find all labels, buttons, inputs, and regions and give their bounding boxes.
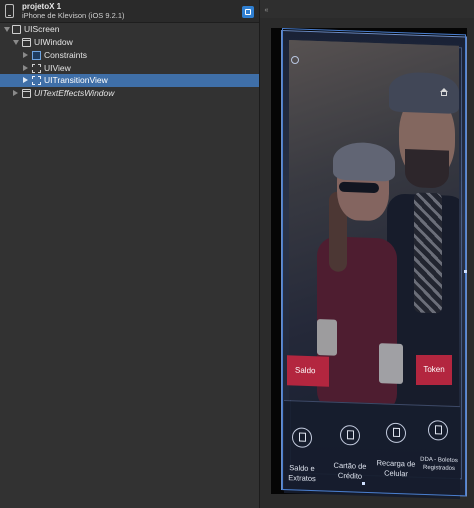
tree-row-uiscreen[interactable]: UIScreen xyxy=(0,23,259,36)
tab-saldo-extratos[interactable]: Saldo e Extratos xyxy=(284,463,320,484)
tab-cartao-credito[interactable]: Cartão de Crédito xyxy=(328,461,372,483)
photo-overlay xyxy=(289,40,459,406)
tab-label-line2: Registrados xyxy=(422,464,455,472)
tree-row-label: UIScreen xyxy=(24,24,60,34)
view-icon xyxy=(32,76,41,85)
disclosure-right-icon[interactable] xyxy=(23,65,28,71)
tree-row-label: UITransitionView xyxy=(44,75,108,85)
disclosure-down-icon[interactable] xyxy=(13,40,19,45)
tree-row-uitransitionview[interactable]: UITransitionView xyxy=(0,74,259,87)
tab-label-line2: Celular xyxy=(384,468,408,479)
collapse-navigator-button[interactable]: « xyxy=(262,6,271,15)
disclosure-right-icon[interactable] xyxy=(13,90,18,96)
settings-icon[interactable] xyxy=(291,56,299,64)
bottom-tab-bar: Saldo e Extratos Cartão de Crédito Recar… xyxy=(284,400,460,500)
resize-handle[interactable] xyxy=(464,270,467,273)
screen-icon xyxy=(12,25,21,34)
phone-recharge-icon[interactable] xyxy=(386,422,406,444)
view-hierarchy-navigator: projetoX 1 iPhone de Klevison (iOS 9.2.1… xyxy=(0,0,259,508)
disclosure-down-icon[interactable] xyxy=(4,27,10,32)
tab-label-line2: Crédito xyxy=(337,470,363,481)
home-icon[interactable] xyxy=(440,88,449,97)
window-icon xyxy=(22,38,31,47)
constraints-icon xyxy=(32,51,41,60)
iphone-device-icon xyxy=(5,4,14,18)
project-name: projetoX 1 xyxy=(22,2,62,11)
tree-row-constraints[interactable]: Constraints xyxy=(0,49,259,62)
capture-view-hierarchy-button[interactable] xyxy=(242,6,254,18)
tree-row-label: UIView xyxy=(44,63,71,73)
background-photo xyxy=(289,40,459,406)
resize-handle[interactable] xyxy=(362,482,365,485)
window-icon xyxy=(22,89,31,98)
token-button[interactable]: Token xyxy=(416,355,452,385)
tree-row-uitexteffectswindow[interactable]: UITextEffectsWindow xyxy=(0,87,259,100)
barcode-icon[interactable] xyxy=(428,420,448,441)
disclosure-right-icon[interactable] xyxy=(23,52,28,58)
tab-dda-boletos[interactable]: DDA - Boletos Registrados xyxy=(418,456,460,473)
tree-row-uiwindow[interactable]: UIWindow xyxy=(0,36,259,49)
tree-row-label: Constraints xyxy=(44,50,87,60)
disclosure-right-icon[interactable] xyxy=(23,77,28,83)
view-icon xyxy=(32,64,41,73)
saldo-button[interactable]: Saldo xyxy=(287,355,329,387)
document-icon[interactable] xyxy=(292,427,312,448)
tree-row-label: UITextEffectsWindow xyxy=(34,88,115,98)
tab-label-line2: Extratos xyxy=(288,473,316,484)
process-header[interactable]: projetoX 1 iPhone de Klevison (iOS 9.2.1… xyxy=(0,0,259,23)
tree-row-label: UIWindow xyxy=(34,37,73,47)
tab-recarga-celular[interactable]: Recarga de Celular xyxy=(374,458,418,480)
card-icon[interactable] xyxy=(340,424,360,446)
device-name: iPhone de Klevison (iOS 9.2.1) xyxy=(22,11,125,20)
